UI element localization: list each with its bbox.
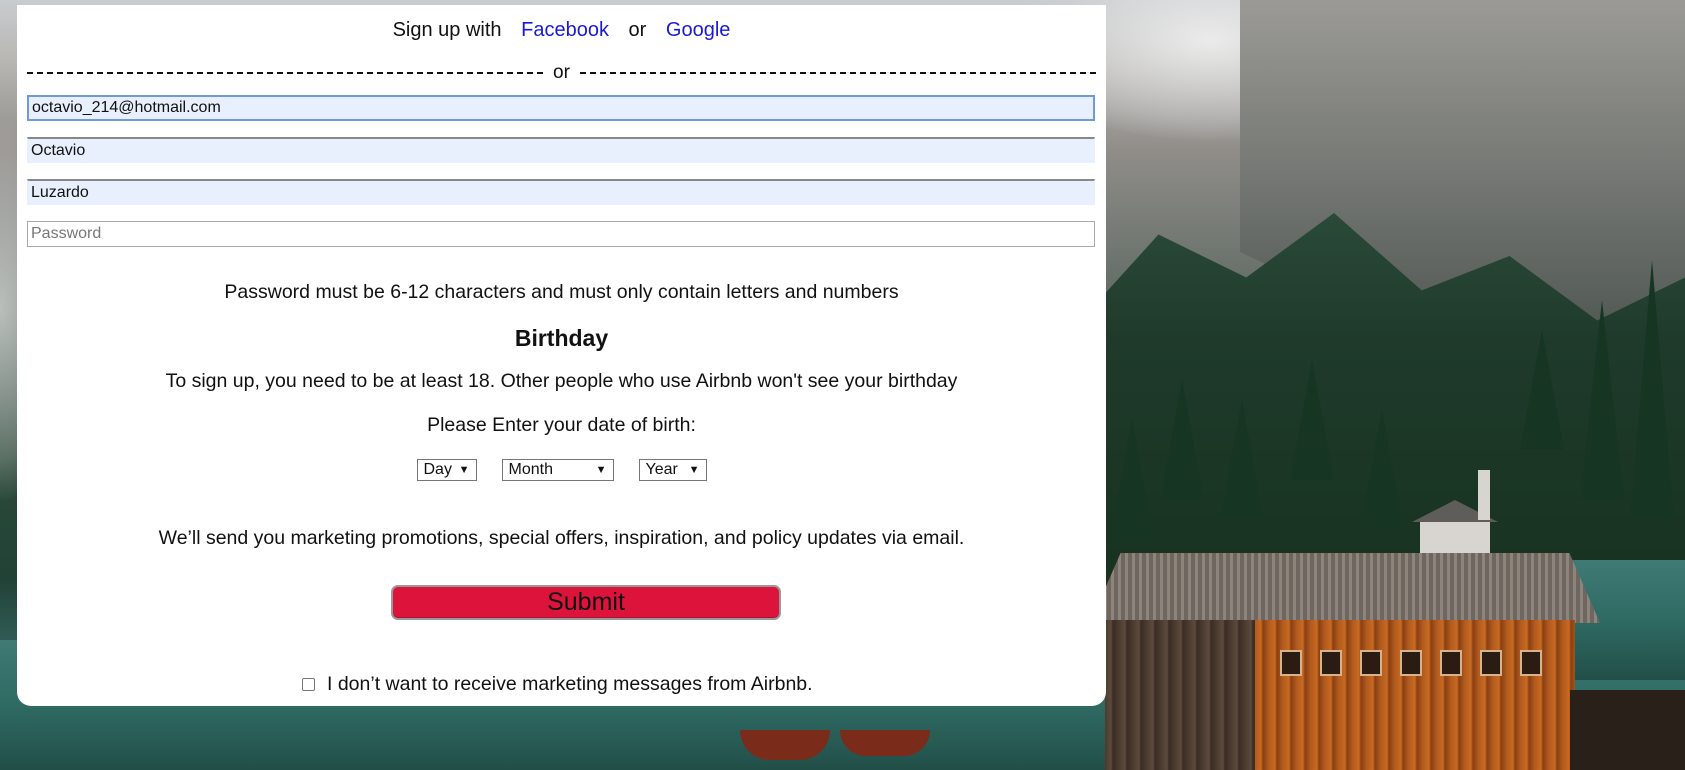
email-field[interactable]: [27, 95, 1095, 121]
day-select-value: Day: [423, 461, 452, 478]
optout-label: I don’t want to receive marketing messag…: [327, 673, 813, 695]
signup-form-card: Sign up with Facebook or Google or Passw…: [17, 5, 1106, 706]
marketing-note: We’ll send you marketing promotions, spe…: [158, 527, 965, 549]
marketing-optout: I don’t want to receive marketing messag…: [302, 673, 813, 696]
month-select-value: Month: [508, 461, 553, 478]
birthday-heading: Birthday: [514, 325, 609, 351]
day-select[interactable]: Day ▼: [416, 459, 477, 481]
social-signup-line: Sign up with Facebook or Google: [17, 19, 1106, 42]
google-link[interactable]: Google: [666, 19, 731, 41]
divider-dash-left: [27, 72, 544, 74]
chevron-down-icon: ▼: [688, 464, 700, 476]
year-select[interactable]: Year ▼: [638, 459, 707, 481]
year-select-value: Year: [645, 461, 678, 478]
facebook-link[interactable]: Facebook: [521, 19, 609, 41]
dob-selects: Day ▼ Month ▼ Year ▼: [17, 459, 1106, 481]
signup-with-text: Sign up with: [392, 19, 502, 41]
dob-prompt: Please Enter your date of birth:: [427, 414, 696, 436]
password-hint: Password must be 6-12 characters and mus…: [224, 281, 899, 303]
last-name-field[interactable]: [27, 179, 1095, 205]
optout-checkbox[interactable]: [302, 678, 315, 691]
or-text: or: [628, 19, 647, 41]
month-select[interactable]: Month ▼: [501, 459, 614, 481]
divider-dash-right: [579, 72, 1096, 74]
chevron-down-icon: ▼: [458, 464, 470, 476]
chevron-down-icon: ▼: [595, 464, 607, 476]
divider-or-label: or: [553, 62, 570, 83]
first-name-field[interactable]: [27, 137, 1095, 163]
or-divider: or: [27, 62, 1096, 84]
submit-button[interactable]: Submit: [391, 585, 781, 620]
password-field[interactable]: [27, 221, 1095, 247]
age-requirement-note: To sign up, you need to be at least 18. …: [165, 370, 958, 392]
